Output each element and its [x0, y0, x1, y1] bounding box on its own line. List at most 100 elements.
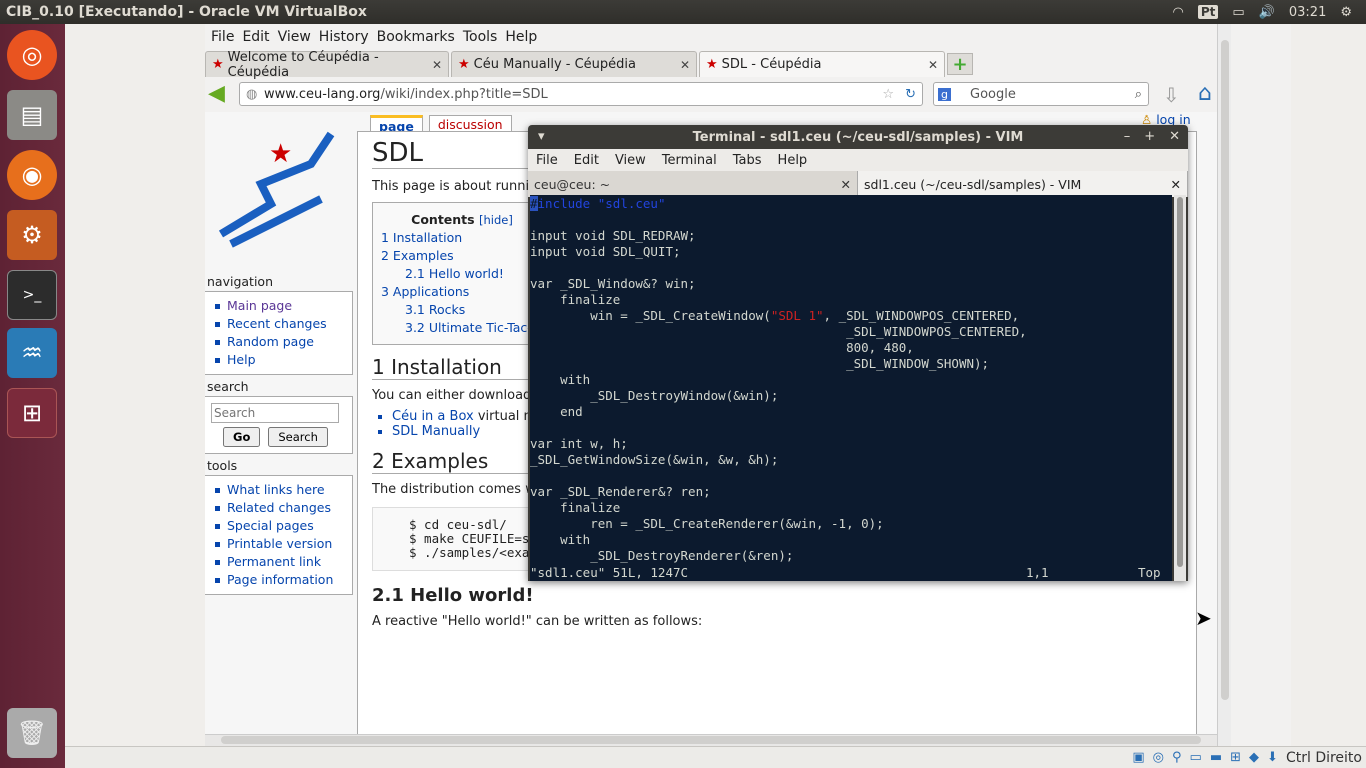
- display-icon[interactable]: ▬: [1210, 750, 1222, 765]
- home-icon[interactable]: ⌂: [1198, 81, 1212, 106]
- host-key-label: Ctrl Direito: [1285, 749, 1362, 766]
- toc-item[interactable]: 1 Installation: [381, 230, 543, 245]
- workspace-switcher-icon[interactable]: ⊞: [7, 388, 57, 438]
- trash-icon[interactable]: 🗑: [7, 708, 57, 758]
- search-button[interactable]: Search: [268, 427, 328, 447]
- close-icon[interactable]: ✕: [680, 58, 690, 72]
- close-icon[interactable]: ✕: [841, 177, 851, 192]
- navigation-toolbar: ◀ ◍ www.ceu-lang.org/wiki/index.php?titl…: [205, 79, 1291, 111]
- dash-button-icon[interactable]: ◎: [7, 30, 57, 80]
- terminal-tabs: ceu@ceu: ~ ✕ sdl1.ceu (~/ceu-sdl/samples)…: [528, 171, 1188, 197]
- search-portlet: search Go Search: [205, 379, 353, 454]
- vim-buffer[interactable]: #include "sdl.ceu" input void SDL_REDRAW…: [530, 195, 1172, 581]
- minimize-icon[interactable]: –: [1124, 129, 1131, 144]
- terminal-icon[interactable]: >_: [7, 270, 57, 320]
- sdl-manually-link[interactable]: SDL Manually: [392, 424, 480, 439]
- term-menu-edit[interactable]: Edit: [574, 153, 599, 168]
- toc-item[interactable]: 2 Examples: [381, 248, 543, 263]
- go-button[interactable]: Go: [223, 427, 261, 447]
- gear-icon[interactable]: ⚙: [1340, 5, 1352, 20]
- tool-printable-version[interactable]: Printable version: [213, 536, 352, 551]
- menu-tools[interactable]: Tools: [463, 29, 498, 45]
- terminal-window[interactable]: ▾ Terminal - sdl1.ceu (~/ceu-sdl/samples…: [528, 125, 1188, 581]
- tab-welcome[interactable]: ★ Welcome to Céupédia - Céupédia ✕: [205, 50, 449, 80]
- terminal-tab-vim[interactable]: sdl1.ceu (~/ceu-sdl/samples) - VIM ✕: [858, 171, 1188, 197]
- section-hello-world: 2.1 Hello world!: [372, 585, 534, 606]
- menu-edit[interactable]: Edit: [242, 29, 269, 45]
- reload-icon[interactable]: ↻: [905, 87, 916, 102]
- nav-help[interactable]: Help: [213, 352, 352, 367]
- nav-recent-changes[interactable]: Recent changes: [213, 316, 352, 331]
- usb-icon[interactable]: ⚲: [1172, 750, 1182, 765]
- toc-item[interactable]: 2.1 Hello world!: [381, 266, 543, 281]
- close-icon[interactable]: ✕: [928, 58, 938, 72]
- tool-what-links-here[interactable]: What links here: [213, 482, 352, 497]
- maximize-icon[interactable]: +: [1144, 129, 1155, 144]
- tool-permanent-link[interactable]: Permanent link: [213, 554, 352, 569]
- mouse-integration-icon[interactable]: ◆: [1249, 750, 1259, 765]
- terminal-title: Terminal - sdl1.ceu (~/ceu-sdl/samples) …: [692, 129, 1024, 145]
- battery-icon[interactable]: ▭: [1232, 5, 1244, 20]
- term-menu-file[interactable]: File: [536, 153, 558, 168]
- menu-file[interactable]: File: [211, 29, 234, 45]
- close-icon[interactable]: ✕: [432, 58, 442, 72]
- term-menu-help[interactable]: Help: [778, 153, 808, 168]
- new-tab-plus-icon[interactable]: +: [947, 53, 973, 75]
- hdd-icon[interactable]: ▣: [1132, 750, 1144, 765]
- bookmark-star-icon[interactable]: ☆: [882, 87, 894, 102]
- tab-manually[interactable]: ★ Céu Manually - Céupédia ✕: [451, 51, 697, 77]
- navigation-portlet: navigation Main page Recent changes Rand…: [205, 274, 353, 375]
- close-icon[interactable]: ✕: [1169, 129, 1180, 144]
- url-bar[interactable]: ◍ www.ceu-lang.org/wiki/index.php?title=…: [239, 82, 923, 106]
- shared-folder-icon[interactable]: ▭: [1190, 750, 1202, 765]
- ceu-in-a-box-link[interactable]: Céu in a Box: [392, 409, 474, 424]
- window-menu-icon[interactable]: ▾: [538, 129, 545, 144]
- tools-portlet: tools What links here Related changes Sp…: [205, 458, 353, 595]
- term-menu-tabs[interactable]: Tabs: [733, 153, 762, 168]
- menu-bookmarks[interactable]: Bookmarks: [377, 29, 455, 45]
- close-icon[interactable]: ✕: [1171, 177, 1181, 192]
- vertical-scrollbar[interactable]: [1217, 24, 1231, 746]
- terminal-titlebar[interactable]: ▾ Terminal - sdl1.ceu (~/ceu-sdl/samples…: [528, 125, 1188, 149]
- files-icon[interactable]: ▤: [7, 90, 57, 140]
- settings-icon[interactable]: ⚙: [7, 210, 57, 260]
- unity-launcher: ◎ ▤ ◉ ⚙ >_ ♒ ⊞ 🗑: [0, 24, 65, 768]
- toc-hide-link[interactable]: [hide]: [479, 213, 513, 227]
- clock[interactable]: 03:21: [1289, 5, 1326, 20]
- tool-page-information[interactable]: Page information: [213, 572, 352, 587]
- search-bar[interactable]: g Google ⌕: [933, 82, 1149, 106]
- term-menu-terminal[interactable]: Terminal: [662, 153, 717, 168]
- download-arrow-icon[interactable]: ⇩: [1163, 83, 1180, 107]
- volume-icon[interactable]: 🔊: [1259, 5, 1275, 20]
- search-icon[interactable]: ⌕: [1135, 87, 1142, 102]
- menu-view[interactable]: View: [278, 29, 311, 45]
- terminal-scrollbar[interactable]: [1174, 195, 1186, 581]
- firefox-menubar: File Edit View History Bookmarks Tools H…: [205, 24, 1291, 50]
- toc-item[interactable]: 3 Applications: [381, 284, 543, 299]
- menu-help[interactable]: Help: [505, 29, 537, 45]
- nav-main-page[interactable]: Main page: [213, 298, 352, 313]
- toc-item[interactable]: 3.2 Ultimate Tic-Tac-T: [381, 320, 543, 335]
- virtualbox-icon[interactable]: ♒: [7, 328, 57, 378]
- svg-text:★: ★: [269, 139, 292, 169]
- term-menu-view[interactable]: View: [615, 153, 646, 168]
- back-arrow-icon[interactable]: ◀: [208, 83, 232, 107]
- google-icon[interactable]: g: [938, 87, 951, 101]
- wiki-search-input[interactable]: [211, 403, 339, 423]
- vim-statusline: "sdl1.ceu" 51L, 1247C 1,1 Top: [530, 565, 1161, 580]
- ceu-logo[interactable]: ★: [205, 112, 353, 270]
- tool-special-pages[interactable]: Special pages: [213, 518, 352, 533]
- tool-related-changes[interactable]: Related changes: [213, 500, 352, 515]
- tab-sdl[interactable]: ★ SDL - Céupédia ✕: [699, 51, 945, 77]
- network-icon[interactable]: ⊞: [1230, 750, 1241, 765]
- terminal-tab-shell[interactable]: ceu@ceu: ~ ✕: [528, 171, 858, 197]
- cd-icon[interactable]: ◎: [1153, 750, 1164, 765]
- keyboard-indicator[interactable]: Pt: [1197, 5, 1219, 19]
- firefox-icon[interactable]: ◉: [7, 150, 57, 200]
- nav-random-page[interactable]: Random page: [213, 334, 352, 349]
- wifi-icon[interactable]: ◠: [1173, 5, 1184, 20]
- menu-history[interactable]: History: [319, 29, 369, 45]
- table-of-contents: Contents [hide] 1 Installation 2 Example…: [372, 202, 552, 345]
- horizontal-scrollbar[interactable]: [205, 734, 1217, 746]
- toc-item[interactable]: 3.1 Rocks: [381, 302, 543, 317]
